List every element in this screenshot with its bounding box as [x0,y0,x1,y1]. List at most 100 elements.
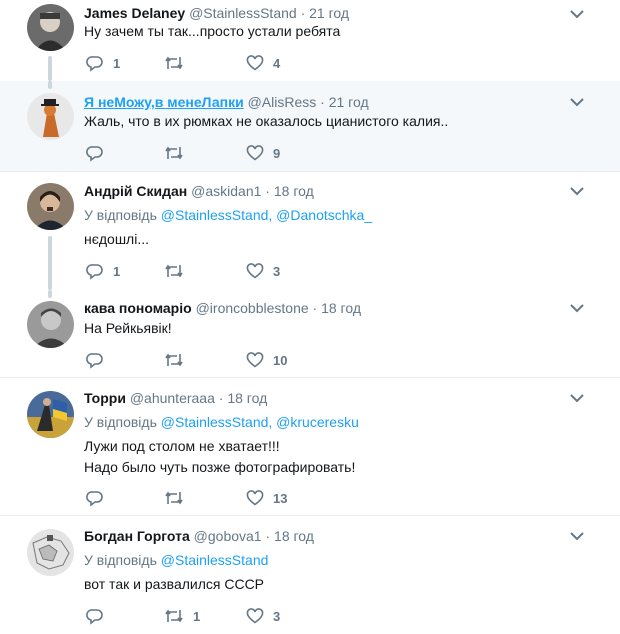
tweet-text: На Рейкьявік! [84,318,172,339]
reply-button[interactable] [86,488,113,508]
display-name[interactable]: Андрій Скидан [84,183,187,199]
reply-button[interactable] [86,143,113,163]
like-button[interactable]: 9 [246,143,280,163]
thread-line [48,56,52,81]
chevron-down-icon[interactable] [570,531,584,541]
avatar[interactable] [27,4,74,51]
timestamp[interactable]: 18 год [274,183,314,199]
retweet-button[interactable] [164,53,193,73]
reply-count: 1 [113,263,121,279]
tweet-james-delaney[interactable]: James Delaney @StainlessStand · 21 год Н… [0,0,620,81]
retweet-icon [165,353,183,367]
like-count: 9 [273,145,281,161]
retweet-button[interactable]: 1 [164,606,200,626]
timestamp[interactable]: 18 год [321,300,361,316]
chevron-down-icon[interactable] [570,9,584,19]
tweet-text-line: нєдошлі... [84,231,150,247]
replying-to: У відповідь @StainlessStand [84,551,268,569]
retweet-icon [165,609,183,623]
tweet-text-line: Ну зачем ты так...просто устали ребята [84,23,341,39]
tweet-text: Жаль, что в их рюмках не оказалось циани… [84,111,448,132]
thread-line [48,290,52,298]
like-count: 13 [273,490,288,506]
reply-button[interactable]: 1 [86,261,120,281]
tweet-askidan1[interactable]: Андрій Скидан @askidan1 · 18 год У відпо… [0,172,620,290]
like-button[interactable]: 4 [246,53,280,73]
reply-button[interactable] [86,350,113,370]
retweet-button[interactable] [164,261,193,281]
reply-icon [86,146,103,162]
thread-line [48,81,52,89]
tweet-text: Ну зачем ты так...просто устали ребята [84,21,340,42]
user-handle[interactable]: @AlisRess [248,94,317,110]
tweet-header: кава пономаріо @ironcobblestone · 18 год [84,299,361,317]
reply-button[interactable] [86,606,113,626]
like-button[interactable]: 10 [246,350,287,370]
reply-icon [86,264,103,280]
like-button[interactable]: 3 [246,261,280,281]
user-handle[interactable]: @gobova1 [194,528,262,544]
retweet-button[interactable] [164,350,193,370]
thread-line [48,236,52,290]
display-name[interactable]: Богдан Горгота [84,528,190,544]
avatar[interactable] [27,93,74,140]
tweet-text: Лужи под столом не хватает!!! Надо было … [84,436,355,478]
mention-link[interactable]: @StainlessStand, [161,414,273,430]
display-name[interactable]: Торри [84,390,126,406]
user-handle[interactable]: @StainlessStand [189,5,297,21]
tweet-header: Андрій Скидан @askidan1 · 18 год [84,182,314,200]
reply-icon [86,353,103,369]
display-name[interactable]: Я неМожу,в менеЛапки [84,94,244,110]
separator-dot: · [265,528,271,544]
avatar[interactable] [27,301,74,348]
heart-icon [246,263,264,279]
like-count: 4 [273,55,281,71]
heart-icon [246,55,264,71]
heart-icon [246,145,264,161]
reply-button[interactable]: 1 [86,53,120,73]
retweet-button[interactable] [164,488,193,508]
mention-link[interactable]: @Danotschka_ [276,207,372,223]
replying-prefix: У відповідь [84,552,157,568]
tweet-alisress[interactable]: Я неМожу,в менеЛапки @AlisRess · 21 год … [0,81,620,172]
tweet-header: Я неМожу,в менеЛапки @AlisRess · 21 год [84,93,369,111]
heart-icon [246,352,264,368]
separator-dot: · [218,390,224,406]
mention-link[interactable]: @StainlessStand, [161,207,273,223]
tweet-gobova1[interactable]: Богдан Горгота @gobova1 · 18 год У відпо… [0,516,620,634]
user-handle[interactable]: @ahunteraaa [130,390,215,406]
chevron-down-icon[interactable] [570,303,584,313]
mention-link[interactable]: @kruceresku [276,414,359,430]
display-name[interactable]: James Delaney [84,5,185,21]
separator-dot: · [265,183,270,199]
chevron-down-icon[interactable] [570,393,584,403]
like-button[interactable]: 13 [246,488,287,508]
avatar[interactable] [27,529,74,576]
like-count: 3 [273,263,281,279]
user-handle[interactable]: @askidan1 [191,183,261,199]
retweet-button[interactable] [164,143,193,163]
tweet-text: нєдошлі... [84,229,149,250]
mention-link[interactable]: @StainlessStand [161,552,269,568]
timestamp[interactable]: 21 год [309,5,349,21]
timestamp[interactable]: 18 год [274,528,314,544]
retweet-icon [165,56,183,70]
tweet-text-line: На Рейкьявік! [84,320,172,336]
timestamp[interactable]: 18 год [227,390,267,406]
avatar[interactable] [27,183,74,230]
retweet-icon [165,491,183,505]
timestamp[interactable]: 21 год [329,94,369,110]
tweet-text-line: Надо было чуть позже фотографировать! [84,459,356,475]
separator-dot: · [320,94,325,110]
like-button[interactable]: 3 [246,606,280,626]
display-name[interactable]: кава пономаріо [84,300,192,316]
tweet-text: вот так и развалился СССР [84,574,264,595]
avatar[interactable] [27,391,74,438]
chevron-down-icon[interactable] [570,97,584,107]
chevron-down-icon[interactable] [570,186,584,196]
user-handle[interactable]: @ironcobblestone [196,300,309,316]
tweet-ahunteraaa[interactable]: Торри @ahunteraaa · 18 год У відповідь @… [0,378,620,516]
replying-prefix: У відповідь [84,414,157,430]
separator-dot: · [300,5,306,21]
tweet-ironcobblestone[interactable]: кава пономаріо @ironcobblestone · 18 год… [0,290,620,378]
